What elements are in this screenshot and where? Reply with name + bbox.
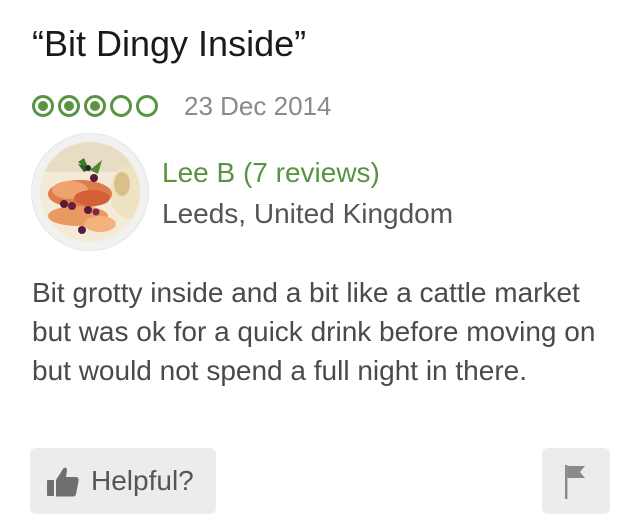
review-card: “Bit Dingy Inside” 23 Dec 2014 Lee B (7 …: [0, 0, 640, 521]
rating-row: 23 Dec 2014: [32, 89, 331, 123]
reviewer-location: Leeds, United Kingdom: [162, 198, 454, 229]
flag-icon: [565, 465, 585, 499]
review-title: “Bit Dingy Inside”: [32, 23, 307, 64]
review-body: Bit grotty inside and a bit like a cattl…: [32, 277, 596, 386]
rating-bubble-filled: [84, 95, 106, 117]
bubble-rating: [32, 95, 162, 117]
helpful-label: Helpful?: [91, 465, 194, 496]
rating-bubble-filled: [58, 95, 80, 117]
flag-button[interactable]: [542, 448, 610, 514]
rating-bubble-empty: [136, 95, 158, 117]
rating-bubble-filled: [32, 95, 54, 117]
review-date: 23 Dec 2014: [184, 90, 332, 121]
reviewer-name-link[interactable]: Lee B (7 reviews): [162, 157, 380, 189]
food-photo-avatar: [40, 142, 140, 242]
helpful-button[interactable]: Helpful?: [30, 448, 216, 514]
avatar[interactable]: [32, 134, 148, 250]
thumbs-up-icon: [47, 467, 79, 497]
rating-bubble-empty: [110, 95, 132, 117]
